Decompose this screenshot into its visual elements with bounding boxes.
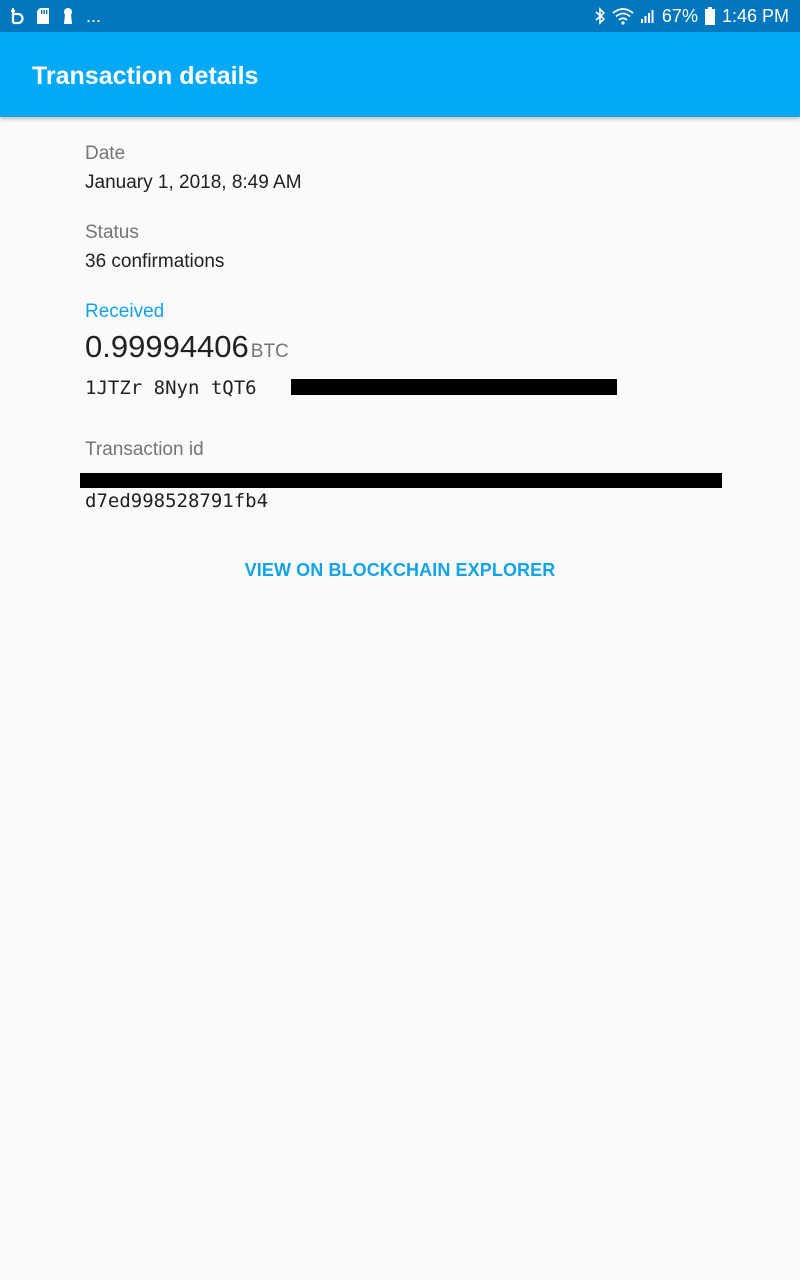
status-bar-notifications: ...	[10, 0, 101, 32]
keyhole-icon	[62, 7, 74, 25]
txid-label: Transaction id	[85, 439, 204, 460]
date-label: Date	[85, 143, 126, 164]
clock: 1:46 PM	[721, 6, 789, 26]
status-bar-system: 67% 1:46 PM	[594, 0, 789, 32]
status-label: Status	[85, 222, 139, 243]
page-title: Transaction details	[32, 62, 259, 90]
signal-icon	[640, 7, 656, 25]
battery-percent: 67%	[661, 6, 698, 26]
txid-value: d7ed998528791fb4	[85, 490, 269, 512]
more-notifications: ...	[86, 6, 102, 26]
status-value: 36 confirmations	[85, 251, 225, 272]
battery-icon	[704, 6, 716, 26]
address-value: 1JTZr 8Nyn tQT6	[85, 377, 257, 399]
amount-unit: BTC	[250, 341, 289, 362]
bitcoin-app-icon	[10, 7, 24, 25]
app-bar: Transaction details	[0, 32, 800, 117]
txid-redaction	[80, 473, 722, 488]
address-redaction	[291, 379, 617, 395]
sd-card-icon	[36, 7, 50, 25]
status-bar: ... 67% 1:46 PM	[0, 0, 800, 32]
wifi-icon	[612, 7, 634, 25]
bluetooth-icon	[594, 7, 606, 25]
direction-label: Received	[85, 301, 165, 322]
amount-value: 0.99994406	[85, 329, 249, 364]
amount: 0.99994406 BTC	[85, 329, 289, 365]
view-on-explorer-button[interactable]: VIEW ON BLOCKCHAIN EXPLORER	[230, 552, 570, 588]
date-value: January 1, 2018, 8:49 AM	[85, 172, 302, 193]
